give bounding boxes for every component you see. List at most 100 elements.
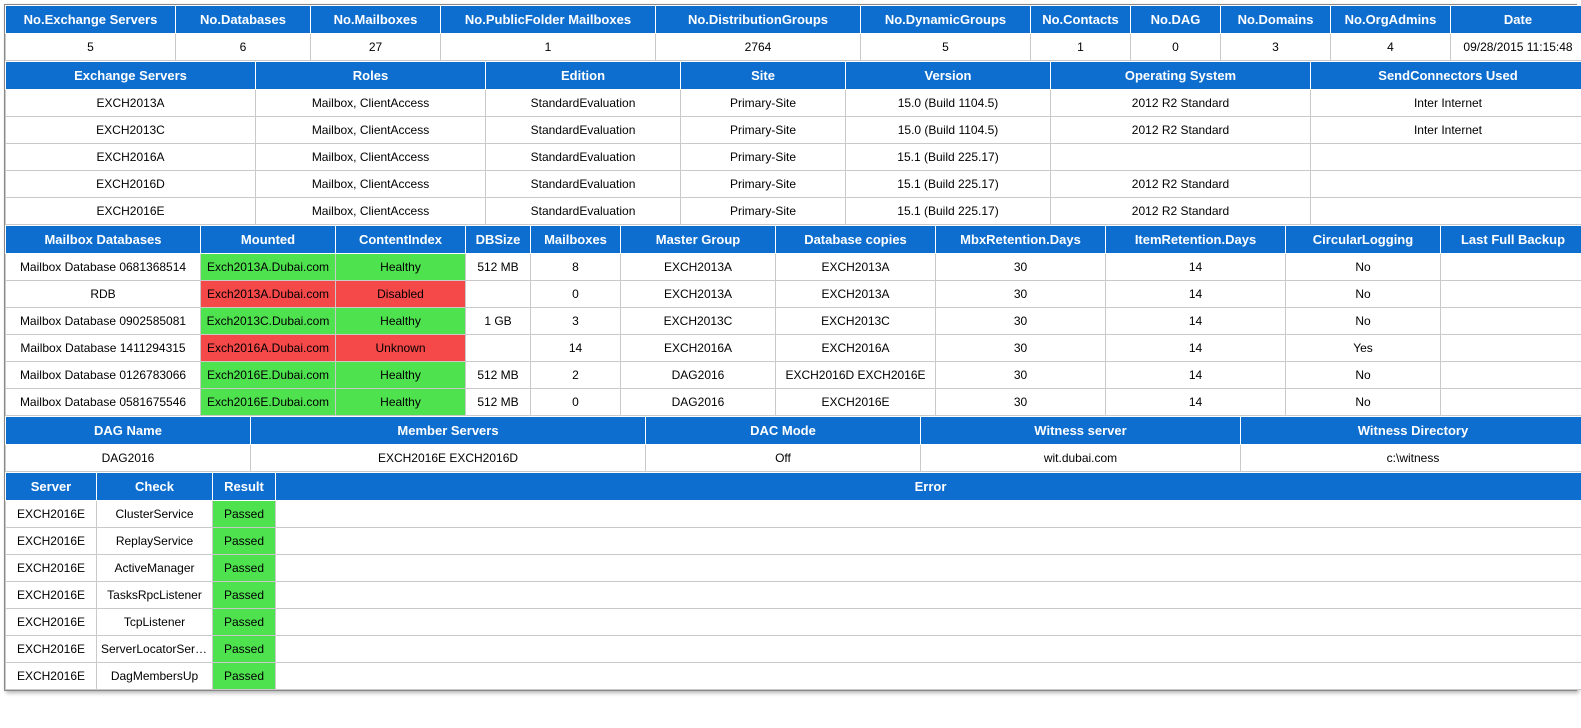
database-cell: 30: [936, 389, 1106, 416]
check-cell: Passed: [213, 501, 276, 528]
summary-value-8: 3: [1221, 34, 1331, 61]
table-row: EXCH2013AMailbox, ClientAccessStandardEv…: [6, 90, 1581, 117]
databases-header-10: Last Full Backup: [1441, 226, 1581, 254]
table-row: EXCH2016ETcpListenerPassed: [6, 609, 1581, 636]
server-cell: Primary-Site: [681, 117, 846, 144]
dag-header-0: DAG Name: [6, 417, 251, 445]
databases-header-8: ItemRetention.Days: [1106, 226, 1286, 254]
database-cell: Exch2016A.Dubai.com: [201, 335, 336, 362]
server-cell: Primary-Site: [681, 90, 846, 117]
table-row: EXCH2016EReplayServicePassed: [6, 528, 1581, 555]
summary-header-9: No.OrgAdmins: [1331, 6, 1451, 34]
summary-header-2: No.Mailboxes: [311, 6, 441, 34]
summary-value-1: 6: [176, 34, 311, 61]
table-row: Mailbox Database 0126783066Exch2016E.Dub…: [6, 362, 1581, 389]
database-cell: 1 GB: [466, 308, 531, 335]
check-cell: TasksRpcListener: [97, 582, 213, 609]
check-cell: EXCH2016E: [6, 582, 97, 609]
database-cell: Exch2013A.Dubai.com: [201, 281, 336, 308]
servers-header-2: Edition: [486, 62, 681, 90]
table-row: EXCH2016AMailbox, ClientAccessStandardEv…: [6, 144, 1581, 171]
database-cell: No: [1286, 281, 1441, 308]
check-cell: Passed: [213, 636, 276, 663]
database-cell: [1441, 281, 1581, 308]
database-cell: [1441, 362, 1581, 389]
table-row: EXCH2016EActiveManagerPassed: [6, 555, 1581, 582]
database-cell: Healthy: [336, 308, 466, 335]
database-cell: EXCH2013A: [776, 281, 936, 308]
databases-header-6: Database copies: [776, 226, 936, 254]
server-cell: [1311, 144, 1581, 171]
servers-header-4: Version: [846, 62, 1051, 90]
database-cell: 30: [936, 281, 1106, 308]
database-cell: 14: [1106, 389, 1286, 416]
database-cell: EXCH2013A: [621, 254, 776, 281]
database-cell: Disabled: [336, 281, 466, 308]
check-cell: Passed: [213, 555, 276, 582]
checks-header-1: Check: [97, 473, 213, 501]
database-cell: [1441, 389, 1581, 416]
check-cell: [276, 501, 1581, 528]
server-cell: EXCH2016A: [6, 144, 256, 171]
database-cell: 0: [531, 389, 621, 416]
database-cell: No: [1286, 389, 1441, 416]
server-cell: 15.1 (Build 225.17): [846, 198, 1051, 225]
server-cell: 2012 R2 Standard: [1051, 117, 1311, 144]
summary-header-4: No.DistributionGroups: [656, 6, 861, 34]
dag-value-4: c:\witness: [1241, 445, 1581, 472]
checks-header-3: Error: [276, 473, 1581, 501]
server-cell: Mailbox, ClientAccess: [256, 198, 486, 225]
server-cell: Primary-Site: [681, 198, 846, 225]
dag-table: DAG NameMember ServersDAC ModeWitness se…: [5, 416, 1581, 472]
servers-header-0: Exchange Servers: [6, 62, 256, 90]
check-cell: DagMembersUp: [97, 663, 213, 690]
server-cell: StandardEvaluation: [486, 144, 681, 171]
database-cell: No: [1286, 308, 1441, 335]
database-cell: Mailbox Database 0581675546: [6, 389, 201, 416]
summary-header-0: No.Exchange Servers: [6, 6, 176, 34]
table-row: Mailbox Database 0581675546Exch2016E.Dub…: [6, 389, 1581, 416]
check-cell: [276, 555, 1581, 582]
database-cell: Exch2013C.Dubai.com: [201, 308, 336, 335]
dag-header-1: Member Servers: [251, 417, 646, 445]
summary-header-5: No.DynamicGroups: [861, 6, 1031, 34]
check-cell: Passed: [213, 528, 276, 555]
check-cell: EXCH2016E: [6, 663, 97, 690]
table-row: EXCH2016ETasksRpcListenerPassed: [6, 582, 1581, 609]
databases-header-3: DBSize: [466, 226, 531, 254]
database-cell: Healthy: [336, 362, 466, 389]
database-cell: 30: [936, 362, 1106, 389]
servers-header-6: SendConnectors Used: [1311, 62, 1581, 90]
check-cell: [276, 609, 1581, 636]
summary-value-10: 09/28/2015 11:15:48: [1451, 34, 1581, 61]
table-row: Mailbox Database 0681368514Exch2013A.Dub…: [6, 254, 1581, 281]
databases-header-7: MbxRetention.Days: [936, 226, 1106, 254]
server-cell: EXCH2013A: [6, 90, 256, 117]
databases-header-0: Mailbox Databases: [6, 226, 201, 254]
database-cell: Healthy: [336, 389, 466, 416]
summary-value-6: 1: [1031, 34, 1131, 61]
table-row: EXCH2016EServerLocatorServicePassed: [6, 636, 1581, 663]
dag-header-4: Witness Directory: [1241, 417, 1581, 445]
database-cell: Yes: [1286, 335, 1441, 362]
database-cell: 14: [1106, 362, 1286, 389]
databases-header-2: ContentIndex: [336, 226, 466, 254]
checks-header-0: Server: [6, 473, 97, 501]
database-cell: Unknown: [336, 335, 466, 362]
check-cell: Passed: [213, 582, 276, 609]
server-cell: StandardEvaluation: [486, 117, 681, 144]
summary-header-10: Date: [1451, 6, 1581, 34]
check-cell: ReplayService: [97, 528, 213, 555]
database-cell: 3: [531, 308, 621, 335]
check-cell: Passed: [213, 609, 276, 636]
database-cell: EXCH2013C: [621, 308, 776, 335]
summary-value-4: 2764: [656, 34, 861, 61]
server-cell: 15.1 (Build 225.17): [846, 171, 1051, 198]
database-cell: 14: [531, 335, 621, 362]
database-cell: 8: [531, 254, 621, 281]
summary-header-1: No.Databases: [176, 6, 311, 34]
server-cell: 2012 R2 Standard: [1051, 198, 1311, 225]
check-cell: [276, 582, 1581, 609]
database-cell: [466, 281, 531, 308]
server-cell: Mailbox, ClientAccess: [256, 144, 486, 171]
